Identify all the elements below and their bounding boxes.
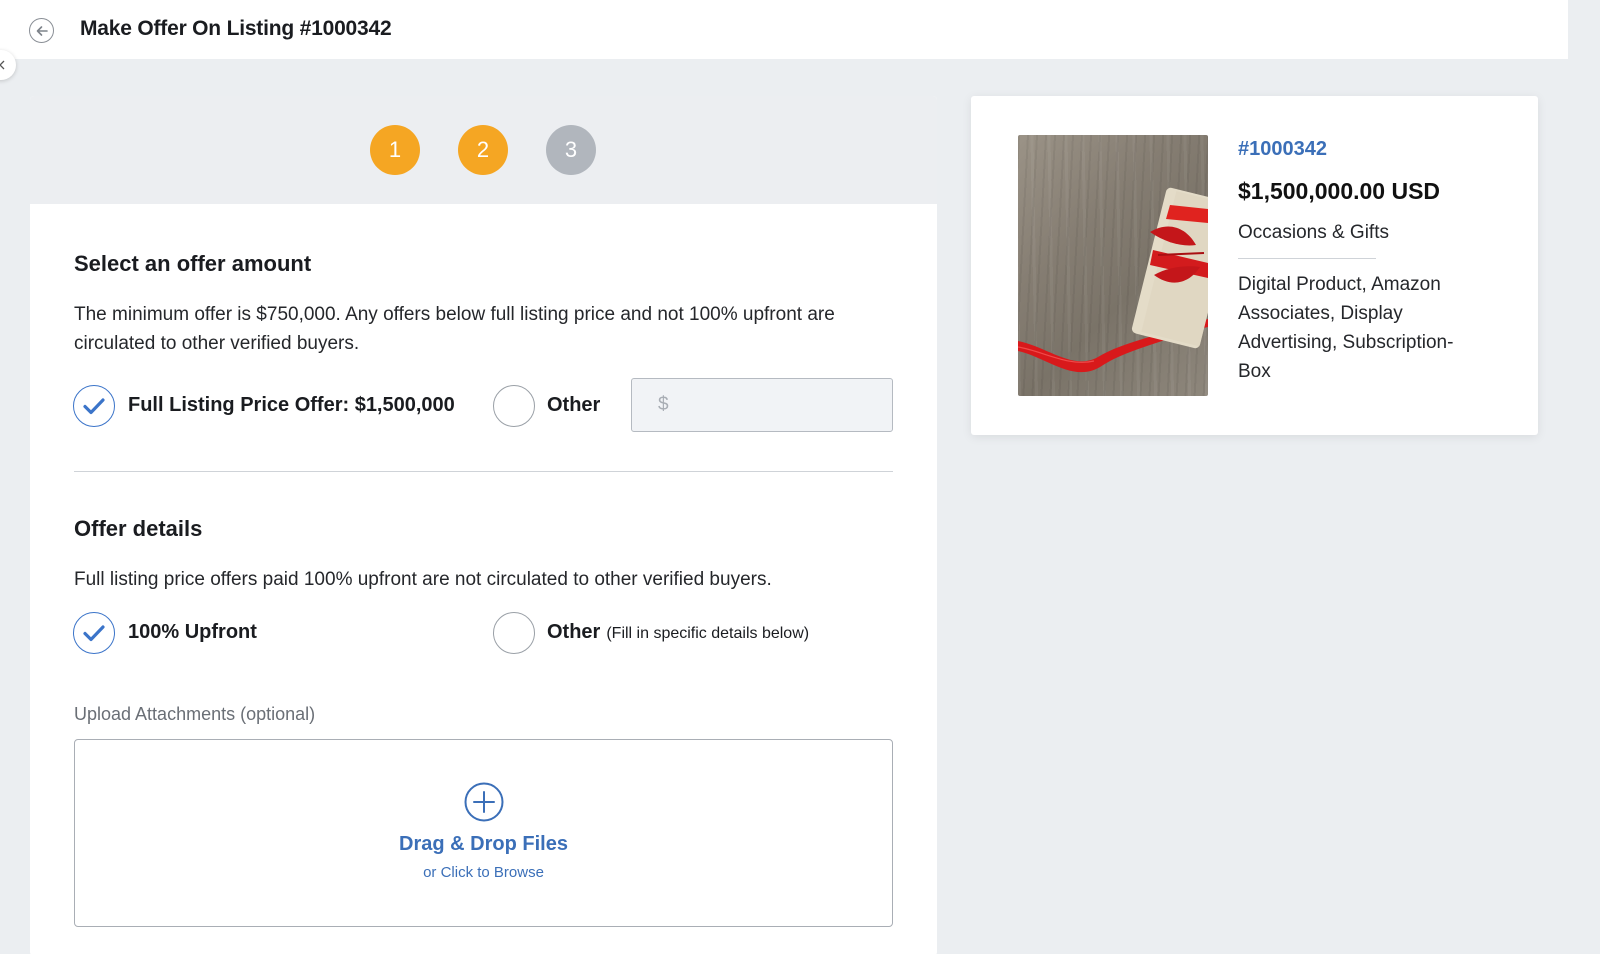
step-3[interactable]: 3 [546, 125, 596, 175]
upfront-label: 100% Upfront [128, 621, 257, 643]
offer-details-description: Full listing price offers paid 100% upfr… [74, 569, 772, 590]
listing-summary-card: #1000342 $1,500,000.00 USD Occasions & G… [971, 96, 1538, 435]
full-price-label: Full Listing Price Offer: $1,500,000 [128, 394, 455, 416]
upload-label: Upload Attachments (optional) [74, 704, 316, 724]
other-amount-input[interactable] [631, 378, 893, 432]
back-button[interactable] [29, 18, 54, 43]
section-divider [74, 471, 893, 472]
other-amount-radio[interactable] [493, 385, 535, 427]
listing-id-link[interactable]: #1000342 [1238, 138, 1327, 161]
browse-link[interactable]: or Click to Browse [75, 864, 892, 881]
other-terms-hint: (Fill in specific details below) [606, 625, 810, 642]
stepper: 1 2 3 [30, 96, 937, 204]
other-terms-radio[interactable] [493, 612, 535, 654]
step-2[interactable]: 2 [458, 125, 508, 175]
listing-category: Occasions & Gifts [1238, 222, 1389, 243]
listing-monetization: Digital Product, Amazon Associates, Disp… [1238, 274, 1454, 382]
offer-amount-heading: Select an offer amount [74, 251, 312, 276]
gift-illustration [1018, 187, 1208, 373]
offer-amount-description: The minimum offer is $750,000. Any offer… [74, 304, 835, 354]
checkmark-icon [83, 398, 105, 415]
step-1[interactable]: 1 [370, 125, 420, 175]
full-price-radio[interactable] [73, 385, 115, 427]
other-terms-text: Other [547, 621, 601, 643]
arrow-left-circle-icon [36, 25, 48, 36]
listing-price: $1,500,000.00 USD [1238, 178, 1441, 204]
upfront-radio[interactable] [73, 612, 115, 654]
other-terms-label: Other (Fill in specific details below) [547, 621, 809, 644]
scrollbar-track[interactable] [1568, 0, 1600, 954]
offer-details-heading: Offer details [74, 516, 203, 541]
listing-divider [1238, 258, 1376, 259]
offer-form-card: 1 2 3 Select an offer amount The minimum… [30, 96, 937, 954]
chevron-left-icon [0, 60, 5, 70]
dropzone-title: Drag & Drop Files [399, 833, 568, 855]
page-title: Make Offer On Listing #1000342 [80, 17, 392, 40]
plus-circle-icon [464, 782, 504, 822]
top-header: Make Offer On Listing #1000342 [0, 0, 1568, 59]
checkmark-icon [83, 625, 105, 642]
file-dropzone[interactable]: Drag & Drop Files or Click to Browse [74, 739, 893, 927]
gift-box-on-wood-image [1018, 135, 1208, 396]
other-amount-label: Other [547, 394, 601, 416]
